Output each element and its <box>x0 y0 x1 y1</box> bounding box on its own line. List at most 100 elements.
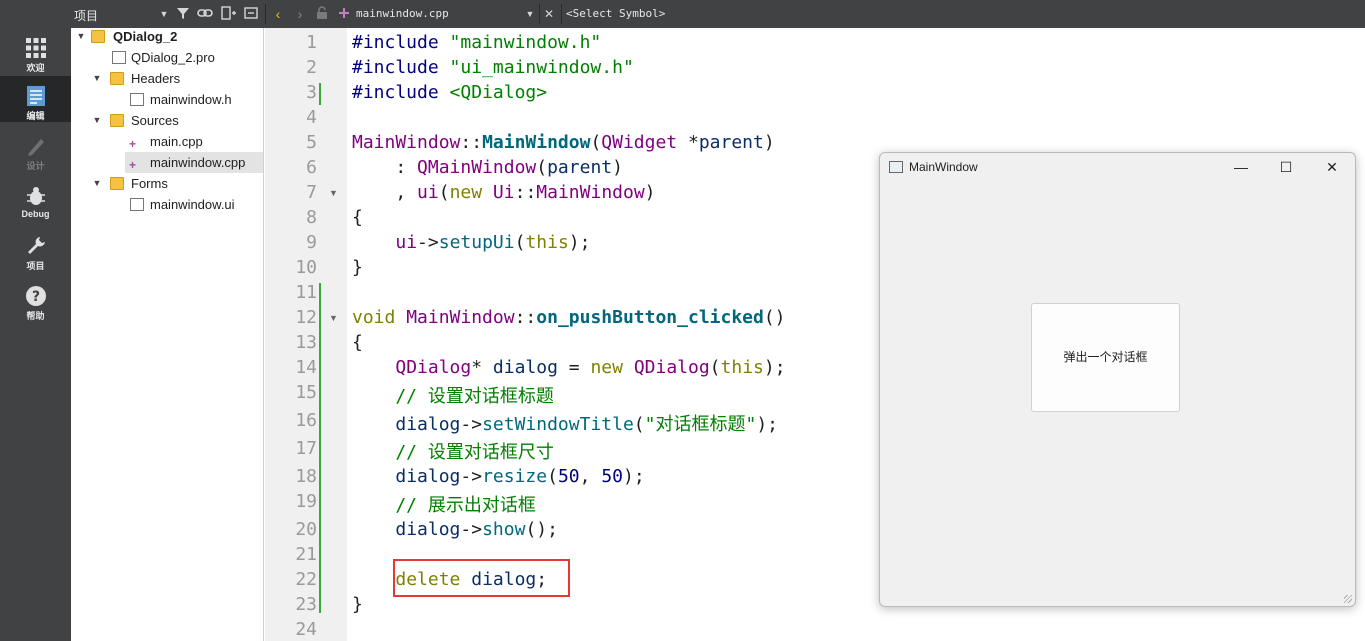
mode-label: 帮助 <box>26 311 45 321</box>
code-comment: // 设置对话框尺寸 <box>352 442 554 463</box>
code-line: , ui(new Ui::MainWindow) <box>352 182 656 203</box>
line-number: 17 <box>295 438 317 459</box>
tree-item-header-file[interactable]: mainwindow.h <box>71 89 263 110</box>
chevron-down-icon[interactable]: ▼ <box>91 110 103 131</box>
project-tree: ▼ QDialog_2 QDialog_2.pro ▼ Headers main… <box>71 28 264 641</box>
line-number: 23 <box>295 594 317 615</box>
close-button[interactable]: ✕ <box>1321 157 1343 177</box>
tree-item-sources[interactable]: ▼ Sources <box>71 110 263 131</box>
line-number: 3 <box>306 82 317 103</box>
line-number: 10 <box>295 257 317 278</box>
top-toolbar: 项目 ▼ ‹ › mainwindow.cpp ▼ ✕ <Select Symb… <box>0 0 1365 28</box>
close-file-icon[interactable]: ✕ <box>541 6 557 22</box>
tree-item-headers[interactable]: ▼ Headers <box>71 68 263 89</box>
line-number: 2 <box>306 57 317 78</box>
split-icon[interactable] <box>221 6 237 22</box>
mode-welcome[interactable]: 欢迎 <box>0 28 71 74</box>
dropdown-arrow-icon[interactable]: ▼ <box>156 6 172 22</box>
line-number: 5 <box>306 132 317 153</box>
maximize-button[interactable]: ☐ <box>1275 157 1297 177</box>
filter-icon[interactable] <box>175 6 191 22</box>
code-comment: // 展示出对话框 <box>352 495 536 516</box>
mode-label: 编辑 <box>26 111 45 121</box>
help-icon: ? <box>25 286 46 306</box>
project-pane-title: 项目 <box>74 9 99 23</box>
window-app-icon <box>889 161 903 173</box>
line-number: 6 <box>306 157 317 178</box>
line-number: 16 <box>295 410 317 431</box>
window-title: MainWindow <box>909 160 978 174</box>
chevron-down-icon[interactable]: ▼ <box>75 26 87 47</box>
code-line: dialog->resize(50, 50); <box>395 466 645 487</box>
folder-icon <box>110 114 124 127</box>
mode-debug[interactable]: Debug <box>0 176 71 222</box>
pro-file-icon <box>112 51 126 64</box>
tree-item-project[interactable]: ▼ QDialog_2 <box>71 26 263 47</box>
symbol-selector[interactable]: <Select Symbol> <box>566 7 665 20</box>
mode-label: 项目 <box>26 261 45 271</box>
back-arrow-icon[interactable]: ‹ <box>270 6 286 22</box>
tree-item-forms[interactable]: ▼ Forms <box>71 173 263 194</box>
line-number: 12 <box>295 307 317 328</box>
line-number: 15 <box>295 382 317 403</box>
chevron-down-icon[interactable]: ▼ <box>91 173 103 194</box>
file-dropdown-icon[interactable]: ▼ <box>522 6 538 22</box>
project-folder-icon <box>91 30 105 43</box>
fold-arrow-icon[interactable]: ▼ <box>329 188 338 198</box>
qt-creator-window: 项目 ▼ ‹ › mainwindow.cpp ▼ ✕ <Select Symb… <box>0 0 1365 641</box>
link-icon[interactable] <box>197 6 213 22</box>
line-number: 22 <box>295 569 317 590</box>
code-line: dialog->show(); <box>395 519 558 540</box>
app-window[interactable]: MainWindow — ☐ ✕ 弹出一个对话框 <box>879 152 1356 607</box>
code-line: #include <QDialog> <box>352 82 548 103</box>
line-number: 20 <box>295 519 317 540</box>
header-file-icon <box>130 93 144 106</box>
wrench-icon <box>27 237 45 254</box>
line-number: 7 <box>306 182 317 203</box>
folder-icon <box>110 72 124 85</box>
line-number: 4 <box>306 107 317 128</box>
chevron-down-icon[interactable]: ▼ <box>91 68 103 89</box>
line-number: 11 <box>295 282 317 303</box>
line-gutter: 1 2 3 4 5 6 7 8 9 10 11 12 13 14 15 16 1… <box>265 28 347 641</box>
line-number: 18 <box>295 466 317 487</box>
tree-item-pro-file[interactable]: QDialog_2.pro <box>71 47 263 68</box>
svg-text:?: ? <box>31 289 39 305</box>
mode-label: 设计 <box>26 161 45 171</box>
ui-file-icon <box>130 198 144 211</box>
change-marker <box>319 83 321 105</box>
cpp-file-icon: + <box>129 137 137 151</box>
code-line: QDialog* dialog = new QDialog(this); <box>395 357 786 378</box>
line-number: 19 <box>295 491 317 512</box>
line-number: 1 <box>306 32 317 53</box>
code-line: ui->setupUi(this); <box>395 232 591 253</box>
fold-arrow-icon[interactable]: ▼ <box>329 313 338 323</box>
change-marker <box>319 283 321 613</box>
line-number: 13 <box>295 332 317 353</box>
code-line: { <box>352 207 363 228</box>
forward-arrow-icon[interactable]: › <box>292 6 308 22</box>
line-number: 9 <box>306 232 317 253</box>
tree-item-source-mainwindow[interactable]: + mainwindow.cpp <box>125 152 263 173</box>
pencil-icon <box>27 139 44 156</box>
cpp-file-icon <box>336 6 352 22</box>
bug-icon <box>26 187 45 205</box>
mode-design[interactable]: 设计 <box>0 126 71 172</box>
close-pane-icon[interactable] <box>243 6 259 22</box>
code-line: } <box>352 594 363 615</box>
open-file-tab[interactable]: mainwindow.cpp <box>356 7 449 20</box>
open-dialog-button[interactable]: 弹出一个对话框 <box>1031 303 1180 412</box>
tree-item-form-file[interactable]: mainwindow.ui <box>71 194 263 215</box>
tree-item-source-main[interactable]: + main.cpp <box>71 131 263 152</box>
mode-sidebar: 欢迎 编辑 设计 Debug 项目 ? 帮助 <box>0 28 71 641</box>
resize-grip-icon[interactable] <box>1344 595 1352 603</box>
lock-icon <box>314 6 330 22</box>
mode-help[interactable]: ? 帮助 <box>0 276 71 322</box>
mode-projects[interactable]: 项目 <box>0 226 71 272</box>
mode-edit[interactable]: 编辑 <box>0 76 71 122</box>
highlight-box <box>393 559 570 597</box>
minimize-button[interactable]: — <box>1230 157 1252 177</box>
code-line: } <box>352 257 363 278</box>
code-line: dialog->setWindowTitle("对话框标题"); <box>395 414 779 435</box>
code-line: void MainWindow::on_pushButton_clicked() <box>352 307 786 328</box>
